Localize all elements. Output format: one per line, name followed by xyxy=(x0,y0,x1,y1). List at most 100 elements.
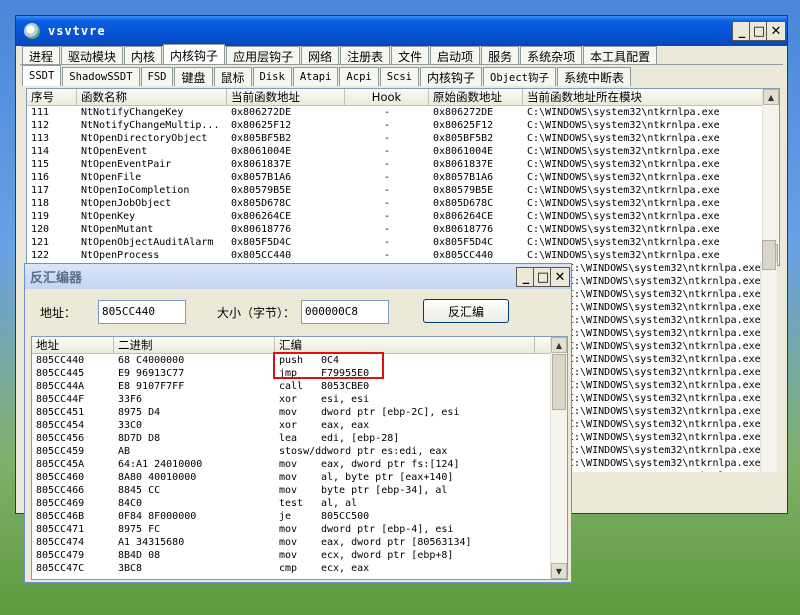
disasm-col-header[interactable]: 二进制 xyxy=(114,337,275,353)
scroll-up-icon[interactable]: ▲ xyxy=(763,89,779,105)
address-input[interactable]: 805CC440 xyxy=(98,300,186,324)
ssdt-table[interactable]: 序号 函数名称 当前函数地址 Hook 原始函数地址 当前函数地址所在模块 111 NtNo… xyxy=(26,88,780,266)
disasm-row[interactable]: 805CC471 8975 FC mov dword ptr [ebp-4], esi xyxy=(32,523,567,536)
table-row[interactable]: 121 NtOpenObjectAuditAlarm 0x805F5D4C - 0x80… xyxy=(27,236,779,249)
tab-top-7[interactable]: 文件 xyxy=(391,46,430,65)
table-cell: 0x806272DE xyxy=(231,107,292,118)
ssdt-col-header[interactable]: 原始函数地址 xyxy=(429,89,523,105)
disasm-close-button[interactable]: ✕ xyxy=(550,267,570,287)
disasm-cell: 0F84 8F000000 xyxy=(118,511,197,522)
disasm-cell: 805CC466 xyxy=(36,485,85,496)
table-row[interactable]: 118 NtOpenJobObject 0x805D678C - 0x805D678C C… xyxy=(27,197,779,210)
tab-sub-5[interactable]: Disk xyxy=(252,67,292,86)
tab-sub-3[interactable]: 键盘 xyxy=(174,67,213,86)
table-row[interactable]: 116 NtOpenFile 0x8057B1A6 - 0x8057B1A6 C:\WIN… xyxy=(27,171,779,184)
operands: byte ptr [ebp-34], al xyxy=(321,485,448,496)
disasm-col-header[interactable]: 地址 xyxy=(32,337,114,353)
close-button[interactable]: ✕ xyxy=(766,21,786,41)
tab-top-8[interactable]: 启动项 xyxy=(430,46,481,65)
disasm-row[interactable]: 805CC456 8D7D D8 lea edi, [ebp-28] xyxy=(32,432,567,445)
table-cell: 0x806272DE xyxy=(433,107,494,118)
ssdt-col-header[interactable]: 当前函数地址 xyxy=(227,89,345,105)
disasm-row[interactable]: 805CC451 8975 D4 mov dword ptr [ebp-2C], es… xyxy=(32,406,567,419)
disasm-row[interactable]: 805CC46B 0F84 8F000000 je 805CC500 xyxy=(32,510,567,523)
table-row[interactable]: 111 NtNotifyChangeKey 0x806272DE - 0x806272D… xyxy=(27,106,779,119)
main-titlebar[interactable]: vsvtvre xyxy=(16,16,787,46)
tab-top-2[interactable]: 内核 xyxy=(124,46,163,65)
tab-top-10[interactable]: 系统杂项 xyxy=(520,46,583,65)
disasm-scrollbar[interactable]: ▲ ▼ xyxy=(550,337,567,579)
module-path-cell: C:\WINDOWS\system32\ntkrnlpa.exe xyxy=(568,354,761,365)
tab-sub-9[interactable]: 内核钩子 xyxy=(420,67,483,86)
scroll-thumb-lower[interactable] xyxy=(762,240,776,270)
module-path-cell: C:\WINDOWS\system32\ntkrnlpa.exe xyxy=(568,393,761,404)
size-input[interactable]: 000000C8 xyxy=(301,300,389,324)
table-cell: NtOpenProcess xyxy=(81,250,160,261)
tab-sub-0[interactable]: SSDT xyxy=(22,65,62,86)
tab-top-0[interactable]: 进程 xyxy=(22,46,61,65)
disasm-scroll-thumb[interactable] xyxy=(552,354,566,410)
disasm-row[interactable]: 805CC44A E8 9107F7FF call 8053CBE0 xyxy=(32,380,567,393)
tab-sub-7[interactable]: Acpi xyxy=(339,67,379,86)
table-row[interactable]: 119 NtOpenKey 0x806264CE - 0x806264CE C:\WIND… xyxy=(27,210,779,223)
disasm-scroll-up-icon[interactable]: ▲ xyxy=(551,337,567,353)
ssdt-scrollbar-lower[interactable] xyxy=(760,240,777,472)
tab-top-6[interactable]: 注册表 xyxy=(340,46,391,65)
disassemble-button[interactable]: 反汇编 xyxy=(423,299,509,323)
module-path-cell: C:\WINDOWS\system32\ntkrnlpa.exe xyxy=(568,315,761,326)
disasm-scroll-down-icon[interactable]: ▼ xyxy=(551,563,567,579)
disasm-row[interactable]: 805CC44F 33F6 xor esi, esi xyxy=(32,393,567,406)
table-cell: C:\WINDOWS\system32\ntkrnlpa.exe xyxy=(527,133,720,144)
table-cell: 116 xyxy=(31,172,50,183)
disasm-asm-cell: xor eax, eax xyxy=(275,419,535,432)
table-cell: 0x8061837E xyxy=(231,159,292,170)
disasm-row[interactable]: 805CC47C 3BC8 cmp ecx, eax xyxy=(32,562,567,575)
tab-top-9[interactable]: 服务 xyxy=(481,46,520,65)
table-row[interactable]: 114 NtOpenEvent 0x8061004E - 0x8061004E C:\WI… xyxy=(27,145,779,158)
disasm-row[interactable]: 805CC459 AB stosw/d dword ptr es:edi, eax xyxy=(32,445,567,458)
table-row[interactable]: 115 NtOpenEventPair 0x8061837E - 0x8061837E C… xyxy=(27,158,779,171)
disasm-titlebar[interactable]: 反汇编器 xyxy=(25,264,571,289)
table-cell: C:\WINDOWS\system32\ntkrnlpa.exe xyxy=(527,107,720,118)
tab-sub-4[interactable]: 鼠标 xyxy=(213,67,252,86)
table-cell: C:\WINDOWS\system32\ntkrnlpa.exe xyxy=(527,198,720,209)
tab-sub-11[interactable]: 系统中断表 xyxy=(556,67,631,86)
disasm-row[interactable]: 805CC454 33C0 xor eax, eax xyxy=(32,419,567,432)
disasm-col-header[interactable]: 汇编 xyxy=(275,337,535,353)
disasm-cell: A1 34315680 xyxy=(118,537,185,548)
tab-sub-2[interactable]: FSD xyxy=(140,67,174,86)
ssdt-col-header[interactable]: 序号 xyxy=(27,89,77,105)
tab-sub-10[interactable]: Object钩子 xyxy=(483,67,556,86)
ssdt-col-header[interactable]: 当前函数地址所在模块 xyxy=(523,89,763,105)
tab-sub-1[interactable]: ShadowSSDT xyxy=(62,67,140,86)
tab-top-3[interactable]: 内核钩子 xyxy=(163,44,226,65)
ssdt-scrollbar[interactable]: ▲ xyxy=(762,89,779,265)
disasm-row[interactable]: 805CC45A 64:A1 24010000 mov eax, dword ptr … xyxy=(32,458,567,471)
tab-sub-6[interactable]: Atapi xyxy=(292,67,339,86)
tab-sub-8[interactable]: Scsi xyxy=(379,67,420,86)
opcode: mov xyxy=(279,459,298,470)
table-row[interactable]: 117 NtOpenIoCompletion 0x80579B5E - 0x80579B… xyxy=(27,184,779,197)
disasm-row[interactable]: 805CC479 8B4D 08 mov ecx, dword ptr [ebp+8] xyxy=(32,549,567,562)
table-row[interactable]: 122 NtOpenProcess 0x805CC440 - 0x805CC440 C:\… xyxy=(27,249,779,262)
table-cell: - xyxy=(383,185,391,196)
table-cell: 117 xyxy=(31,185,50,196)
ssdt-col-header[interactable]: Hook xyxy=(345,89,429,105)
disasm-row[interactable]: 805CC474 A1 34315680 mov eax, dword ptr [80… xyxy=(32,536,567,549)
ssdt-col-header[interactable]: 函数名称 xyxy=(77,89,227,105)
tab-top-11[interactable]: 本工具配置 xyxy=(583,46,658,65)
table-row[interactable]: 113 NtOpenDirectoryObject 0x805BF5B2 - 0x805… xyxy=(27,132,779,145)
tab-top-4[interactable]: 应用层钩子 xyxy=(226,46,301,65)
module-path-cell: C:\WINDOWS\system32\ntkrnlpa.exe xyxy=(568,302,761,313)
disasm-row[interactable]: 805CC460 8A80 40010000 mov al, byte ptr [ea… xyxy=(32,471,567,484)
table-row[interactable]: 120 NtOpenMutant 0x80618776 - 0x80618776 C:\W… xyxy=(27,223,779,236)
disasm-asm-cell: mov dword ptr [ebp-2C], esi xyxy=(275,406,535,419)
operands: dword ptr [ebp-2C], esi xyxy=(321,407,460,418)
table-cell: - xyxy=(383,133,391,144)
disasm-asm-cell: mov eax, dword ptr fs:[124] xyxy=(275,458,535,471)
disasm-row[interactable]: 805CC469 84C0 test al, al xyxy=(32,497,567,510)
table-row[interactable]: 112 NtNotifyChangeMultip... 0x80625F12 - 0x8… xyxy=(27,119,779,132)
tab-top-1[interactable]: 驱动模块 xyxy=(61,46,124,65)
disasm-row[interactable]: 805CC466 8845 CC mov byte ptr [ebp-34], al xyxy=(32,484,567,497)
tab-top-5[interactable]: 网络 xyxy=(301,46,340,65)
